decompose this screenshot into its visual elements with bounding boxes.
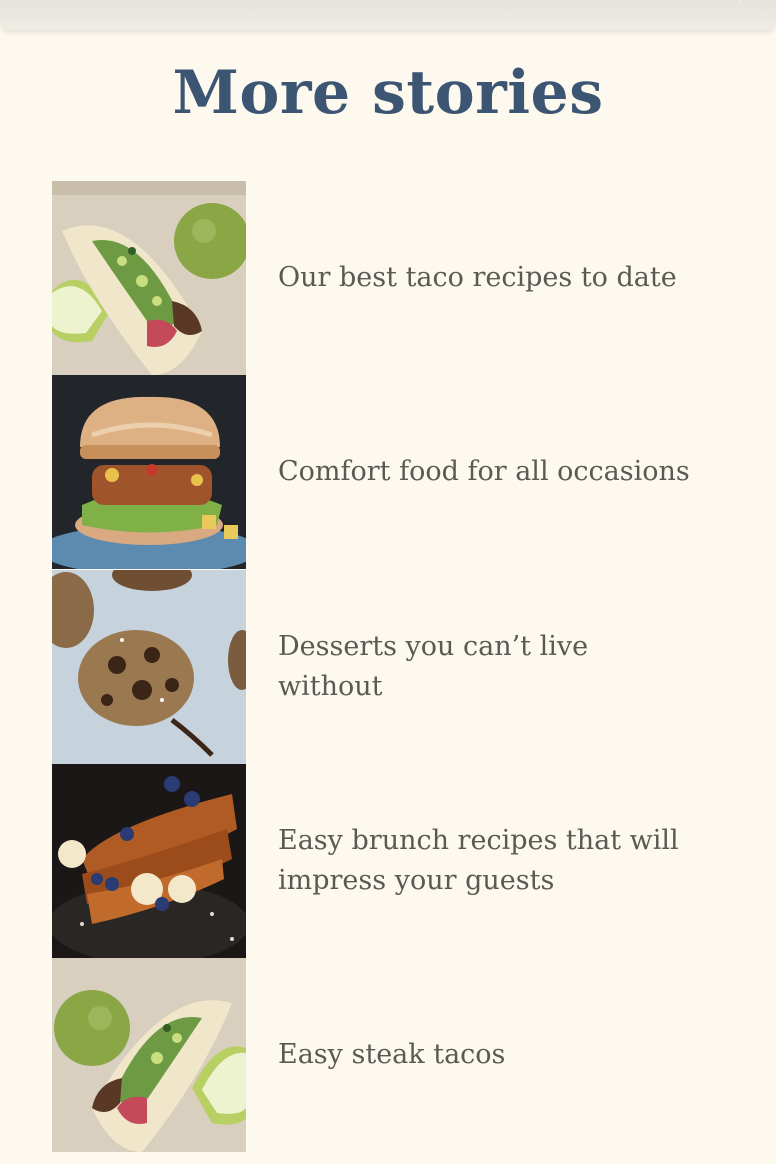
burger-image-icon <box>52 375 246 569</box>
french-toast-image-icon <box>52 764 246 958</box>
steak-taco-image-icon <box>52 958 246 1152</box>
story-title[interactable]: Our best taco recipes to date <box>278 258 677 298</box>
story-title[interactable]: Desserts you can’t live without <box>278 627 698 707</box>
story-item-desserts[interactable]: Desserts you can’t live without <box>52 570 742 764</box>
story-item-steak-tacos[interactable]: Easy steak tacos <box>52 958 742 1152</box>
story-thumbnail[interactable] <box>52 764 246 958</box>
story-item-comfort-food[interactable]: Comfort food for all occasions <box>52 375 742 569</box>
taco-image-icon <box>52 181 246 375</box>
cookies-image-icon <box>52 570 246 764</box>
page-title: More stories <box>172 58 604 128</box>
top-navigation-bar: • <box>0 0 776 30</box>
story-title[interactable]: Easy steak tacos <box>278 1035 505 1075</box>
story-item-brunch[interactable]: Easy brunch recipes that will impress yo… <box>52 764 742 958</box>
story-title[interactable]: Easy brunch recipes that will impress yo… <box>278 821 698 901</box>
story-thumbnail[interactable] <box>52 958 246 1152</box>
menu-edge-icon[interactable]: • <box>736 0 748 7</box>
story-title[interactable]: Comfort food for all occasions <box>278 452 690 492</box>
story-thumbnail[interactable] <box>52 181 246 375</box>
story-item-taco-recipes[interactable]: Our best taco recipes to date <box>52 181 742 375</box>
story-thumbnail[interactable] <box>52 375 246 569</box>
story-thumbnail[interactable] <box>52 570 246 764</box>
